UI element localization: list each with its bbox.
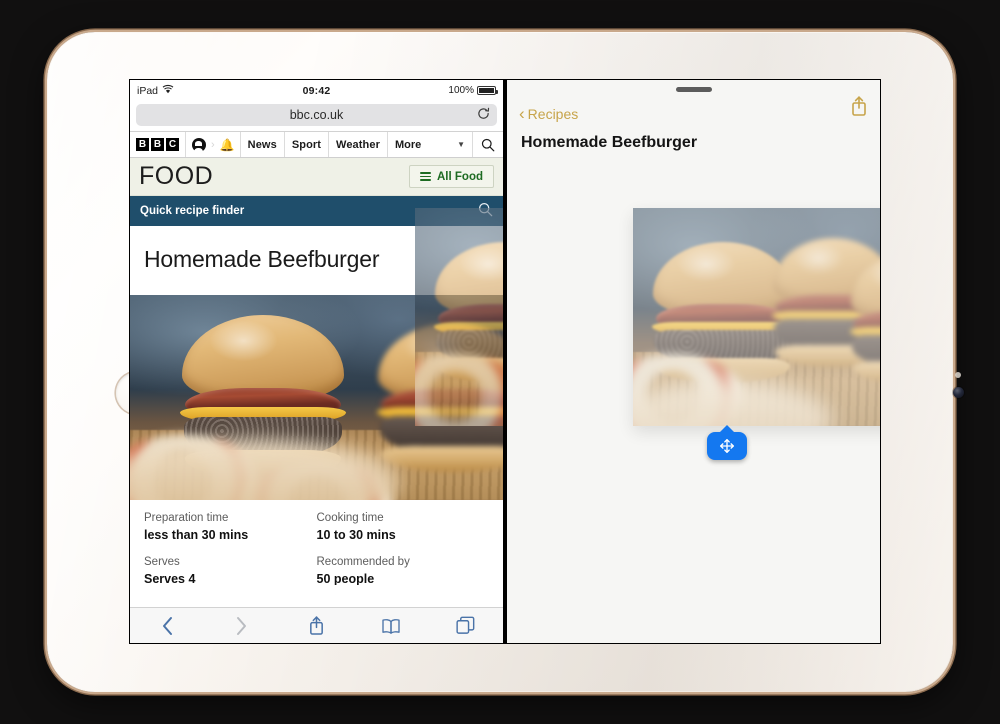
tabs-icon[interactable] <box>444 613 488 639</box>
account-icon[interactable] <box>186 132 211 157</box>
book-icon[interactable] <box>369 613 413 639</box>
meta-row: Serves Serves 4 Recommended by 50 people <box>144 556 489 585</box>
meta-label: Preparation time <box>144 512 229 524</box>
chevron-down-icon: ▼ <box>457 140 465 149</box>
bbc-logo-letter: B <box>136 138 149 151</box>
back-button[interactable]: ‹ Recipes <box>519 104 579 123</box>
recipe-note-title: Homemade Beefburger <box>521 134 698 151</box>
share-icon[interactable] <box>294 613 338 639</box>
url-text: bbc.co.uk <box>289 108 344 122</box>
back-chevron-icon: ‹ <box>519 104 525 123</box>
ipad-screen: iPad 09:42 100% bbc.co.uk B B C › 🔔 News… <box>130 80 880 643</box>
all-food-label: All Food <box>437 170 483 183</box>
nav-item-news[interactable]: News <box>241 132 284 157</box>
status-bar: iPad 09:42 100% <box>130 80 503 101</box>
reload-icon[interactable] <box>477 107 490 123</box>
meta-cell-cook-time: Cooking time 10 to 30 mins <box>317 512 490 542</box>
bbc-logo-letter: B <box>151 138 164 151</box>
front-camera <box>953 387 964 398</box>
back-chevron-icon[interactable] <box>145 613 189 639</box>
status-bar-clock: 09:42 <box>302 84 331 97</box>
nav-item-weather[interactable]: Weather <box>329 132 387 157</box>
nav-item-sport[interactable]: Sport <box>285 132 328 157</box>
share-icon[interactable] <box>850 95 868 122</box>
safari-toolbar <box>130 607 503 643</box>
hamburger-icon <box>420 170 431 183</box>
meta-cell-prep-time: Preparation time less than 30 mins <box>144 512 317 542</box>
quick-recipe-finder-label: Quick recipe finder <box>140 205 245 217</box>
recipes-app-pane: ‹ Recipes Homemade Beefburger <box>507 80 880 643</box>
safari-pane: iPad 09:42 100% bbc.co.uk B B C › 🔔 News… <box>130 80 503 643</box>
drag-ghost-image[interactable] <box>633 208 880 426</box>
meta-value: Serves 4 <box>144 572 196 585</box>
nav-more-label: More <box>394 138 422 151</box>
drag-badge[interactable] <box>707 432 747 460</box>
drag-ghost-overlap <box>415 208 503 426</box>
ambient-light-sensor <box>955 372 961 378</box>
safari-urlbar-container: bbc.co.uk <box>130 101 503 131</box>
screenshot-stage: iPad 09:42 100% bbc.co.uk B B C › 🔔 News… <box>0 0 1000 724</box>
dragged-beefburger-photo <box>633 208 880 426</box>
bbc-global-nav: B B C › 🔔 News Sport Weather More ▼ <box>130 131 503 158</box>
meta-cell-recommended-by: Recommended by 50 people <box>317 556 490 585</box>
recipe-meta: Preparation time less than 30 mins Cooki… <box>130 500 503 589</box>
drag-ghost-image <box>415 208 503 426</box>
all-food-button[interactable]: All Food <box>409 165 494 188</box>
food-brand-bar: FOOD All Food <box>130 158 503 196</box>
bbc-logo-letter: C <box>166 138 179 151</box>
recipes-navbar: ‹ Recipes <box>507 80 880 128</box>
battery-icon <box>477 86 498 95</box>
meta-row: Preparation time less than 30 mins Cooki… <box>144 512 489 542</box>
meta-label: Cooking time <box>316 512 384 524</box>
page-title: FOOD <box>139 162 214 190</box>
forward-chevron-icon <box>220 613 264 639</box>
move-arrows-icon <box>720 439 734 453</box>
meta-value: 50 people <box>316 572 375 585</box>
bell-icon[interactable]: 🔔 <box>215 132 240 157</box>
split-view-divider[interactable] <box>503 80 507 643</box>
meta-cell-serves: Serves Serves 4 <box>144 556 317 585</box>
meta-value: less than 30 mins <box>144 528 249 542</box>
safari-url-input[interactable]: bbc.co.uk <box>136 104 497 126</box>
meta-label: Recommended by <box>316 556 410 568</box>
search-icon[interactable] <box>473 132 503 157</box>
meta-label: Serves <box>144 556 180 568</box>
bbc-logo[interactable]: B B C <box>130 132 185 157</box>
meta-value: 10 to 30 mins <box>316 528 396 542</box>
nav-item-more[interactable]: More ▼ <box>388 132 472 157</box>
back-label: Recipes <box>527 106 579 122</box>
